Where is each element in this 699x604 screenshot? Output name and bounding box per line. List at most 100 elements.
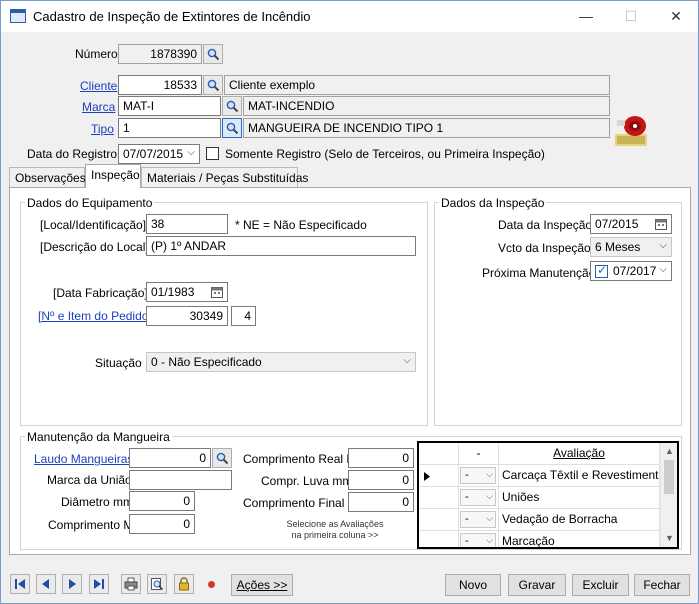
data-registro-label: Data do Registro <box>27 147 118 161</box>
table-row[interactable]: - ⌵ Carcaça Têxtil e Revestimento <box>419 465 677 487</box>
current-row-pointer-icon <box>424 472 430 481</box>
manutencao-mangueira-title: Manutenção da Mangueira <box>25 430 172 444</box>
cliente-search-button[interactable] <box>203 75 223 95</box>
print-button[interactable] <box>121 574 141 594</box>
chevron-down-icon: ⌵ <box>403 355 411 366</box>
proxima-manutencao-label: Próxima Manutenção <box>482 266 596 280</box>
comprimento-real-input[interactable]: 0 <box>348 448 414 468</box>
data-inspecao-value: 07/2015 <box>595 217 639 231</box>
comprimento-final-label: Comprimento Final M <box>243 496 358 510</box>
marca-uniao-label: Marca da União <box>47 473 132 487</box>
lock-icon <box>179 577 189 591</box>
calendar-icon[interactable] <box>655 218 667 230</box>
avaliacoes-hint: Selecione as Avaliações na primeira colu… <box>286 519 384 540</box>
numero-search-button[interactable] <box>203 44 223 64</box>
previous-icon <box>42 579 49 589</box>
lock-button[interactable] <box>174 574 194 594</box>
pedido-item-input[interactable]: 4 <box>231 306 256 326</box>
first-record-button[interactable] <box>10 574 30 594</box>
data-registro-value: 07/07/2015 <box>123 147 184 161</box>
hose-reel-image <box>613 114 649 148</box>
search-icon <box>207 48 220 61</box>
tipo-code-input[interactable]: 1 <box>118 118 221 138</box>
scroll-down-icon[interactable]: ▼ <box>665 533 674 543</box>
marca-search-button[interactable] <box>222 96 242 116</box>
fechar-button[interactable]: Fechar <box>634 574 690 596</box>
tipo-search-button[interactable] <box>222 118 242 138</box>
compr-luva-input[interactable]: 0 <box>348 470 414 490</box>
tab-observacoes[interactable]: Observações <box>9 167 86 187</box>
descricao-input[interactable]: (P) 1º ANDAR <box>146 236 416 256</box>
title-bar: Cadastro de Inspeção de Extintores de In… <box>1 1 698 32</box>
gravar-button[interactable]: Gravar <box>508 574 566 596</box>
scroll-up-icon[interactable]: ▲ <box>665 446 674 456</box>
app-window-icon <box>10 9 26 23</box>
close-window-button[interactable]: ✕ <box>656 5 696 27</box>
previous-record-button[interactable] <box>36 574 56 594</box>
data-fabricacao-value: 01/1983 <box>151 285 195 299</box>
data-inspecao-input[interactable]: 07/2015 <box>590 214 672 234</box>
grid-header-row: - Avaliação <box>419 443 677 465</box>
main-window: Cadastro de Inspeção de Extintores de In… <box>0 0 699 604</box>
printer-icon <box>124 577 138 591</box>
chevron-down-icon: ⌵ <box>486 513 493 523</box>
avaliacao-name: Uniões <box>499 487 660 509</box>
grid-scrollbar[interactable]: ▲ ▼ <box>660 443 677 547</box>
last-record-button[interactable] <box>89 574 109 594</box>
grid-header-avaliacao[interactable]: Avaliação <box>499 443 660 465</box>
somente-registro-checkbox[interactable] <box>206 147 219 160</box>
data-fabricacao-label: [Data Fabricação] <box>53 286 148 300</box>
novo-button[interactable]: Novo <box>445 574 501 596</box>
cliente-code-input[interactable]: 18533 <box>118 75 202 95</box>
comprimento-input[interactable]: 0 <box>129 514 195 534</box>
tab-materiais[interactable]: Materiais / Peças Substituídas <box>141 167 308 187</box>
comprimento-final-input[interactable]: 0 <box>348 492 414 512</box>
acoes-button[interactable]: Ações >> <box>231 574 293 596</box>
maximize-button[interactable]: ☐ <box>611 5 651 27</box>
avaliacao-select[interactable]: - ⌵ <box>460 511 496 528</box>
chevron-down-icon: ⌵ <box>486 491 493 501</box>
avaliacao-select[interactable]: - ⌵ <box>460 533 496 547</box>
local-label: [Local/Identificação] <box>40 218 147 232</box>
laudo-mangueiras-input[interactable]: 0 <box>129 448 211 468</box>
print-preview-button[interactable] <box>147 574 167 594</box>
table-row[interactable]: - ⌵ Marcação <box>419 531 677 547</box>
next-record-button[interactable] <box>62 574 82 594</box>
vcto-inspecao-select[interactable]: 6 Meses ⌵ <box>590 237 672 257</box>
marca-code-input[interactable]: MAT-I <box>118 96 221 116</box>
tab-inspecao[interactable]: Inspeção <box>85 164 141 188</box>
laudo-mangueiras-link[interactable]: Laudo Mangueiras <box>34 452 133 466</box>
tipo-link[interactable]: Tipo <box>91 122 114 136</box>
tipo-name-field: MANGUEIRA DE INCENDIO TIPO 1 <box>243 118 610 138</box>
pedido-link[interactable]: [Nº e Item do Pedido] <box>38 309 152 323</box>
status-indicator-icon <box>208 581 215 588</box>
calendar-icon[interactable] <box>211 286 223 298</box>
avaliacao-select[interactable]: - ⌵ <box>460 467 496 484</box>
minimize-button[interactable]: — <box>566 5 606 27</box>
dados-inspecao-title: Dados da Inspeção <box>439 196 547 210</box>
diametro-input[interactable]: 0 <box>129 491 195 511</box>
first-icon <box>15 579 25 589</box>
proxima-manutencao-input[interactable]: 07/2017 ⌵ <box>590 261 672 281</box>
table-row[interactable]: - ⌵ Vedação de Borracha <box>419 509 677 531</box>
data-registro-combo[interactable]: 07/07/2015 ⌵ <box>118 144 200 164</box>
table-row[interactable]: - ⌵ Uniões <box>419 487 677 509</box>
pedido-number-input[interactable]: 30349 <box>146 306 228 326</box>
laudo-search-button[interactable] <box>212 448 232 468</box>
chevron-down-icon: ⌵ <box>486 469 493 479</box>
excluir-button[interactable]: Excluir <box>572 574 629 596</box>
vcto-inspecao-value: 6 Meses <box>595 240 641 254</box>
avaliacao-select[interactable]: - ⌵ <box>460 489 496 506</box>
marca-name-field: MAT-INCENDIO <box>243 96 610 116</box>
scroll-thumb[interactable] <box>664 460 674 494</box>
marca-link[interactable]: Marca <box>82 100 115 114</box>
marca-uniao-input[interactable] <box>129 470 232 490</box>
data-fabricacao-input[interactable]: 01/1983 <box>146 282 228 302</box>
search-icon <box>226 122 239 135</box>
proxima-manutencao-value: 07/2017 <box>613 264 657 278</box>
local-input[interactable]: 38 <box>146 214 228 234</box>
proxima-manutencao-checkbox[interactable] <box>595 263 608 278</box>
situacao-select[interactable]: 0 - Não Especificado ⌵ <box>146 352 416 372</box>
avaliacao-grid[interactable]: - Avaliação - ⌵ Carcaça Têxtil e Revestim… <box>417 441 679 549</box>
cliente-link[interactable]: Cliente <box>80 79 117 93</box>
